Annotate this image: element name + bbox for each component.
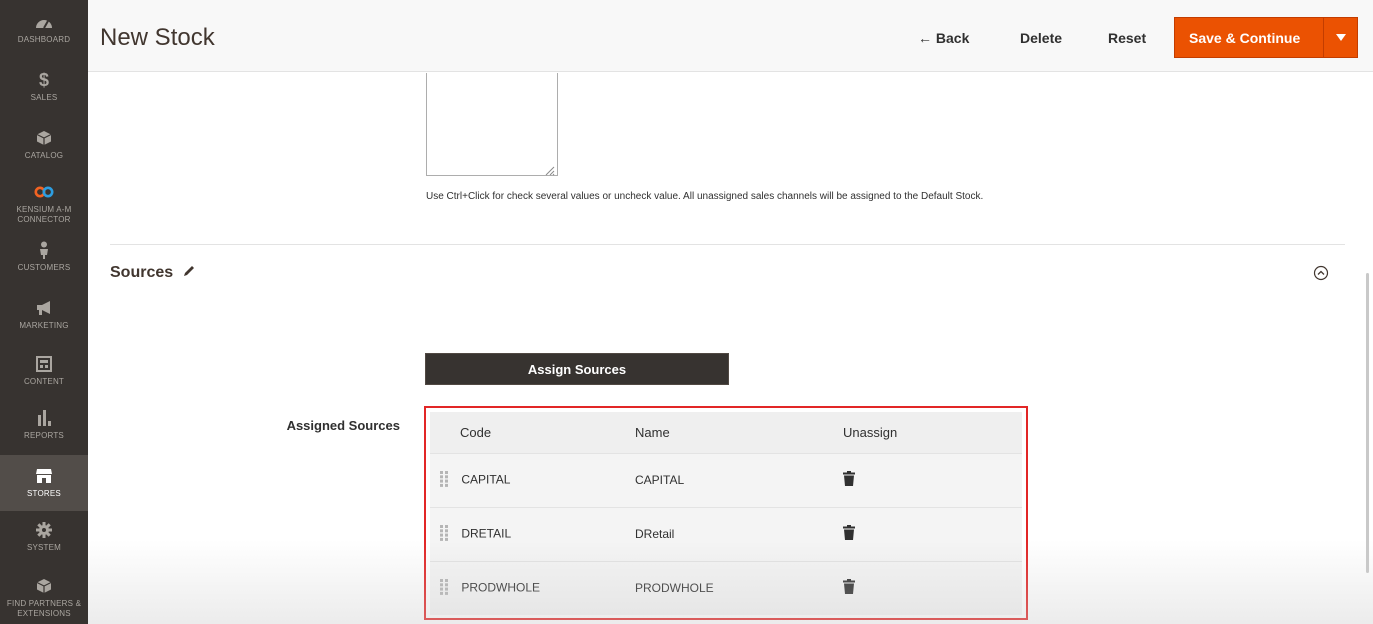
sidebar-item-dashboard[interactable]: DASHBOARD	[0, 12, 88, 45]
column-header-unassign: Unassign	[843, 412, 1022, 454]
delete-button[interactable]: Delete	[1020, 30, 1062, 46]
sales-channels-multiselect[interactable]	[426, 73, 558, 176]
dollar-icon: $	[38, 69, 49, 90]
code-cell: PRODWHOLE	[430, 561, 635, 615]
sidebar-item-sales[interactable]: $ SALES	[0, 70, 88, 103]
sidebar-item-stores[interactable]: STORES	[0, 455, 88, 511]
section-divider	[110, 244, 1345, 245]
drag-handle-icon[interactable]	[440, 470, 448, 490]
page-scrollbar[interactable]	[1366, 273, 1369, 573]
save-and-continue-button[interactable]: Save & Continue	[1175, 18, 1323, 57]
table-row: PRODWHOLE PRODWHOLE	[430, 561, 1022, 615]
drag-handle-icon[interactable]	[440, 524, 448, 544]
sidebar-item-content[interactable]: CONTENT	[0, 354, 88, 387]
trash-icon[interactable]	[843, 525, 855, 543]
sidebar-item-catalog[interactable]: CATALOG	[0, 128, 88, 161]
source-name: PRODWHOLE	[635, 561, 843, 615]
assigned-sources-grid: Code Name Unassign CAPITAL CAPITAL DRETA…	[424, 406, 1028, 620]
source-name: DRetail	[635, 507, 843, 562]
sources-section-header[interactable]: Sources	[110, 264, 195, 282]
pencil-icon	[183, 264, 195, 282]
sales-channels-helper-text: Use Ctrl+Click for check several values …	[426, 191, 984, 202]
assigned-sources-label: Assigned Sources	[286, 418, 400, 433]
trash-icon[interactable]	[843, 471, 855, 489]
sidebar-label: CONTENT	[23, 377, 65, 386]
cube-icon	[34, 128, 54, 148]
sidebar-item-system[interactable]: SYSTEM	[0, 520, 88, 553]
table-row: CAPITAL CAPITAL	[430, 453, 1022, 508]
page-header: New Stock ← Back Delete Reset Save & Con…	[88, 0, 1373, 72]
column-header-name: Name	[635, 412, 843, 454]
unassign-cell	[843, 453, 1022, 508]
column-header-code: Code	[430, 412, 635, 454]
table-row: DRETAIL DRetail	[430, 507, 1022, 562]
source-name: CAPITAL	[635, 453, 843, 508]
bar-chart-icon	[34, 408, 54, 428]
sidebar-label: KENSIUM A-M CONNECTOR	[16, 205, 72, 224]
megaphone-icon	[34, 298, 54, 318]
sidebar-label: SALES	[30, 93, 58, 102]
collapse-section-icon[interactable]	[1313, 265, 1329, 281]
sidebar-label: CUSTOMERS	[17, 263, 71, 272]
code-cell: CAPITAL	[430, 453, 635, 508]
sidebar-item-marketing[interactable]: MARKETING	[0, 298, 88, 331]
source-code: CAPITAL	[461, 472, 511, 487]
save-options-toggle[interactable]	[1323, 18, 1357, 57]
sidebar-label: STORES	[27, 489, 61, 498]
code-cell: DRETAIL	[430, 507, 635, 562]
source-code: PRODWHOLE	[461, 580, 541, 595]
assigned-sources-table: Code Name Unassign CAPITAL CAPITAL DRETA…	[430, 412, 1022, 615]
sources-title: Sources	[110, 264, 174, 281]
store-icon	[34, 466, 54, 486]
sidebar-label: SYSTEM	[26, 543, 62, 552]
table-header-row: Code Name Unassign	[430, 412, 1022, 454]
caret-down-icon	[1335, 30, 1346, 45]
main-content: Use Ctrl+Click for check several values …	[88, 73, 1373, 624]
sidebar-label: MARKETING	[19, 321, 69, 330]
save-split-button: Save & Continue	[1174, 17, 1358, 58]
dashboard-icon	[34, 12, 54, 32]
trash-icon[interactable]	[843, 579, 855, 597]
reset-button[interactable]: Reset	[1108, 30, 1146, 46]
person-icon	[34, 240, 54, 260]
resize-handle-icon[interactable]	[545, 163, 555, 176]
sidebar-item-find-partners[interactable]: FIND PARTNERS & EXTENSIONS	[0, 576, 88, 619]
page-title: New Stock	[100, 24, 215, 51]
layout-icon	[34, 354, 54, 374]
admin-sidebar: DASHBOARD $ SALES CATALOG KENSIUM A-M CO…	[0, 0, 88, 624]
sidebar-label: REPORTS	[24, 431, 64, 440]
source-code: DRETAIL	[461, 526, 512, 541]
drag-handle-icon[interactable]	[440, 578, 448, 598]
app: DASHBOARD $ SALES CATALOG KENSIUM A-M CO…	[0, 0, 1373, 624]
infinity-icon	[34, 182, 54, 202]
box-icon	[34, 576, 54, 596]
gear-icon	[34, 520, 54, 540]
unassign-cell	[843, 561, 1022, 615]
sidebar-item-customers[interactable]: CUSTOMERS	[0, 240, 88, 273]
sidebar-label: FIND PARTNERS & EXTENSIONS	[6, 599, 82, 618]
assign-sources-button[interactable]: Assign Sources	[425, 353, 729, 385]
sidebar-item-kensium-connector[interactable]: KENSIUM A-M CONNECTOR	[0, 182, 88, 225]
sidebar-label: DASHBOARD	[17, 35, 71, 44]
unassign-cell	[843, 507, 1022, 562]
sidebar-label: CATALOG	[24, 151, 64, 160]
back-button[interactable]: ← Back	[918, 30, 969, 46]
sidebar-item-reports[interactable]: REPORTS	[0, 408, 88, 441]
